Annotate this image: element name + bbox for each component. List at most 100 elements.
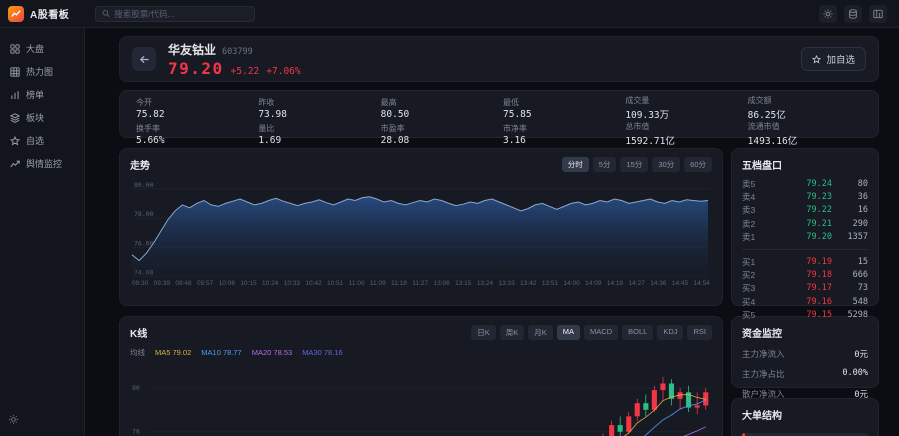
- kline-tab[interactable]: BOLL: [622, 325, 653, 340]
- app-logo-icon: [8, 6, 24, 22]
- svg-text:80.00: 80.00: [134, 181, 154, 189]
- layout-button[interactable]: [869, 5, 887, 23]
- sidebar-item-label: 板块: [26, 111, 44, 124]
- ob-volume: 36: [832, 192, 868, 202]
- sidebar-item-market[interactable]: 大盘: [0, 38, 84, 59]
- x-axis-tick: 13:24: [477, 280, 493, 287]
- x-axis-tick: 09:57: [197, 280, 213, 287]
- kline-tab[interactable]: MACD: [584, 325, 618, 340]
- ob-volume: 16: [832, 205, 868, 215]
- ob-level-label: 买3: [742, 282, 764, 294]
- order-book-row: 卖5 79.24 80: [742, 177, 868, 190]
- ob-level-label: 买2: [742, 269, 764, 281]
- x-axis-tick: 14:27: [629, 280, 645, 287]
- fund-monitor-title: 资金监控: [742, 325, 868, 340]
- ma-legend: 均线 MA5 79.02MA10 78.77MA20 78.53MA30 78.…: [130, 347, 712, 358]
- ob-volume: 290: [832, 219, 868, 229]
- x-axis-tick: 11:27: [412, 280, 428, 287]
- stat-value: 3.16: [503, 135, 617, 146]
- stat-label: 最高: [381, 97, 495, 108]
- sidebar-item-ranking[interactable]: 榜单: [0, 84, 84, 105]
- ob-price: 79.20: [764, 232, 832, 242]
- x-axis-tick: 14:45: [672, 280, 688, 287]
- candlestick-chart[interactable]: 80787674: [130, 362, 712, 436]
- stock-info: 华友钴业 603799 79.20 +5.22 +7.06%: [168, 41, 301, 78]
- x-axis-tick: 11:18: [391, 280, 407, 287]
- ob-volume: 1357: [832, 232, 868, 242]
- trend-panel: 走势 分时5分15分30分60分 80.0078.0076.0074.00 09…: [119, 148, 723, 306]
- ob-price: 79.16: [764, 297, 832, 307]
- order-book-divider: [742, 249, 868, 250]
- kline-tab[interactable]: RSI: [687, 325, 712, 340]
- ob-volume: 666: [832, 270, 868, 280]
- ob-volume: 548: [832, 297, 868, 307]
- ob-volume: 15: [832, 257, 868, 267]
- arrow-left-icon: [139, 54, 150, 65]
- app-title: A股看板: [30, 6, 69, 21]
- x-axis-tick: 14:18: [607, 280, 623, 287]
- search-input[interactable]: [114, 9, 248, 19]
- search-box[interactable]: [95, 6, 255, 22]
- x-axis-tick: 14:36: [650, 280, 666, 287]
- sidebar-item-label: 自选: [26, 134, 44, 147]
- heatmap-icon: [10, 67, 20, 77]
- ma-legend-item: MA10 78.77: [201, 348, 241, 357]
- x-axis-tick: 14:00: [564, 280, 580, 287]
- kline-tab[interactable]: 日K: [471, 325, 496, 340]
- ob-level-label: 卖2: [742, 218, 764, 230]
- period-tab[interactable]: 60分: [684, 157, 712, 172]
- ob-price: 79.15: [764, 310, 832, 320]
- ob-price: 79.19: [764, 257, 832, 267]
- stat-cell: 换手率 5.66%: [136, 121, 250, 147]
- order-book-row: 卖3 79.22 16: [742, 204, 868, 217]
- intraday-area-chart[interactable]: 80.0078.0076.0074.00: [130, 174, 712, 290]
- add-watchlist-button[interactable]: 加自选: [801, 47, 866, 71]
- order-book-panel: 五档盘口 卖5 79.24 80 卖4 79.23 36: [731, 148, 879, 306]
- kline-tab[interactable]: KDJ: [657, 325, 683, 340]
- period-tab[interactable]: 30分: [652, 157, 680, 172]
- data-source-button[interactable]: [844, 5, 862, 23]
- sidebar-item-sentiment[interactable]: 舆情监控: [0, 153, 84, 174]
- sidebar-item-heatmap[interactable]: 热力图: [0, 61, 84, 82]
- x-axis-tick: 09:48: [175, 280, 191, 287]
- ob-level-label: 卖1: [742, 231, 764, 243]
- ob-volume: 73: [832, 283, 868, 293]
- x-axis-tick: 13:42: [520, 280, 536, 287]
- sidebar-settings-button[interactable]: [8, 412, 19, 430]
- theme-toggle-button[interactable]: [819, 5, 837, 23]
- kline-tab[interactable]: 周K: [500, 325, 525, 340]
- period-tab[interactable]: 15分: [620, 157, 648, 172]
- stat-cell: 总市值 1592.71亿: [625, 121, 739, 147]
- stat-cell: 成交量 109.33万: [625, 95, 739, 121]
- ob-volume: 80: [832, 179, 868, 189]
- kline-panel-title: K线: [130, 325, 147, 340]
- fund-monitor-panel: 资金监控 主力净流入 0元 主力净占比 0.00% 散户净流入 0元: [731, 316, 879, 388]
- kline-tab[interactable]: MA: [557, 325, 580, 340]
- x-axis-tick: 11:00: [349, 280, 365, 287]
- stat-value: 28.08: [381, 135, 495, 146]
- period-tab[interactable]: 5分: [593, 157, 617, 172]
- stat-cell: 市净率 3.16: [503, 121, 617, 147]
- sidebar-item-watchlist[interactable]: 自选: [0, 130, 84, 151]
- stock-price: 79.20: [168, 59, 224, 78]
- sidebar-item-label: 舆情监控: [26, 157, 62, 170]
- stat-cell: 今开 75.82: [136, 95, 250, 121]
- stat-value: 86.25亿: [748, 107, 862, 121]
- kline-tab[interactable]: 月K: [528, 325, 553, 340]
- stat-value: 109.33万: [625, 107, 739, 121]
- stat-value: 5.66%: [136, 135, 250, 146]
- ma-legend-item: MA20 78.53: [252, 348, 292, 357]
- svg-text:78: 78: [132, 428, 140, 436]
- ob-level-label: 卖5: [742, 178, 764, 190]
- period-tab[interactable]: 分时: [562, 157, 589, 172]
- back-button[interactable]: [132, 47, 156, 71]
- stat-label: 昨收: [258, 97, 372, 108]
- brand: A股看板: [0, 6, 95, 22]
- ob-level-label: 买5: [742, 309, 764, 321]
- x-axis-tick: 10:15: [240, 280, 256, 287]
- sidebar-item-sectors[interactable]: 板块: [0, 107, 84, 128]
- svg-text:76.00: 76.00: [134, 239, 154, 247]
- order-book-row: 卖4 79.23 36: [742, 190, 868, 203]
- stat-label: 市盈率: [381, 123, 495, 134]
- x-axis-tick: 13:15: [455, 280, 471, 287]
